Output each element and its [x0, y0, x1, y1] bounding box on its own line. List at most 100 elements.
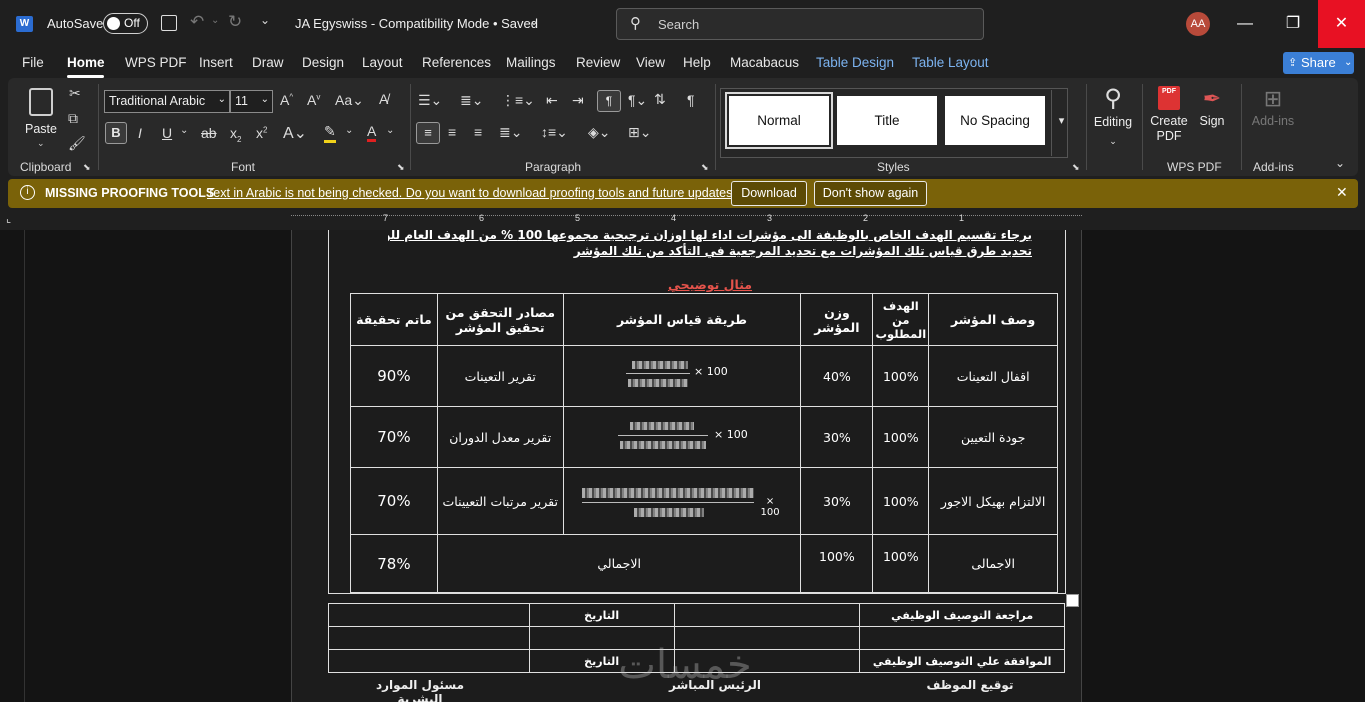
style-normal[interactable]: Normal: [725, 92, 833, 149]
tab-references[interactable]: References: [422, 55, 491, 70]
cut-icon[interactable]: ✂: [69, 85, 81, 102]
cell-achieved[interactable]: 70%: [350, 406, 438, 468]
bold-button[interactable]: B: [105, 122, 127, 144]
sign-button[interactable]: ✒ Sign: [1196, 86, 1228, 136]
cell-desc[interactable]: جودة التعيين: [928, 406, 1058, 468]
minimize-icon[interactable]: —: [1222, 0, 1268, 48]
cell-weight[interactable]: 30%: [800, 467, 874, 535]
cell-weight[interactable]: 30%: [800, 406, 874, 468]
paragraph-launcher-icon[interactable]: ⬊: [701, 162, 709, 173]
justify-icon[interactable]: ≣⌄: [499, 124, 522, 141]
line-spacing-icon[interactable]: ↕≡⌄: [541, 124, 568, 141]
tab-home[interactable]: Home: [67, 55, 105, 70]
editing-button[interactable]: ⚲ Editing ⌄: [1091, 84, 1135, 154]
cell-weight[interactable]: 40%: [800, 345, 874, 407]
cell-review-label[interactable]: مراجعة التوصيف الوظيفي: [859, 603, 1065, 627]
cell-desc[interactable]: الالتزام بهيكل الاجور: [928, 467, 1058, 535]
cell-empty[interactable]: [859, 626, 1065, 650]
cell-total-label[interactable]: الاجمالي: [436, 534, 802, 593]
undo-dropdown-icon[interactable]: ⌄: [211, 15, 219, 26]
table-resize-handle[interactable]: [1066, 594, 1079, 607]
cell-desc[interactable]: الاجمالى: [928, 534, 1058, 593]
close-icon[interactable]: ✕: [1318, 0, 1365, 48]
format-painter-icon[interactable]: 🖌: [68, 135, 86, 152]
restore-icon[interactable]: ❐: [1270, 0, 1316, 48]
cell-target[interactable]: 100%: [872, 345, 930, 407]
tab-review[interactable]: Review: [576, 55, 620, 70]
style-no-spacing[interactable]: No Spacing: [945, 96, 1045, 145]
cell-empty[interactable]: [328, 626, 530, 650]
avatar[interactable]: AA: [1186, 12, 1210, 36]
ltr-paragraph-icon[interactable]: ¶⌄: [628, 92, 647, 109]
clear-formatting-icon[interactable]: A̸: [379, 91, 388, 107]
multilevel-list-icon[interactable]: ⋮≡⌄: [501, 92, 535, 109]
cell-weight[interactable]: 100%: [800, 534, 874, 593]
cell-date-label[interactable]: التاريخ: [528, 603, 675, 627]
customize-qat-icon[interactable]: ⌄: [260, 13, 270, 27]
cell-formula[interactable]: × 100: [562, 467, 802, 535]
cell-formula[interactable]: × 100: [562, 345, 802, 407]
increase-indent-icon[interactable]: ⇥: [572, 92, 584, 109]
cell-target[interactable]: 100%: [872, 534, 930, 593]
change-case-icon[interactable]: Aa⌄: [335, 92, 364, 109]
cell-target[interactable]: 100%: [872, 406, 930, 468]
tab-wps-pdf[interactable]: WPS PDF: [125, 55, 187, 70]
sort-icon[interactable]: ⇅: [654, 91, 666, 108]
tab-table-design[interactable]: Table Design: [816, 55, 894, 70]
font-color-dropdown-icon[interactable]: ⌄: [386, 125, 394, 136]
tab-mailings[interactable]: Mailings: [506, 55, 556, 70]
grow-font-icon[interactable]: A^: [280, 92, 293, 108]
cell-achieved[interactable]: 90%: [350, 345, 438, 407]
numbering-icon[interactable]: ≣⌄: [460, 92, 483, 109]
tab-view[interactable]: View: [636, 55, 665, 70]
tab-draw[interactable]: Draw: [252, 55, 284, 70]
decrease-indent-icon[interactable]: ⇤: [546, 92, 558, 109]
save-icon[interactable]: [161, 15, 177, 31]
styles-more-button[interactable]: ▾: [1051, 90, 1071, 156]
font-size-select[interactable]: 11 ⌄: [230, 90, 273, 113]
styles-launcher-icon[interactable]: ⬊: [1072, 162, 1080, 173]
bullets-icon[interactable]: ☰⌄: [418, 92, 442, 109]
title-chevron-icon[interactable]: ⌄: [529, 14, 539, 28]
cell-desc[interactable]: اقفال التعينات: [928, 345, 1058, 407]
document-title[interactable]: JA Egyswiss - Compatibility Mode • Saved: [295, 16, 538, 31]
superscript-icon[interactable]: x2: [256, 125, 267, 141]
tab-selector-icon[interactable]: ⌞: [6, 212, 11, 225]
shrink-font-icon[interactable]: Av: [307, 92, 320, 108]
strikethrough-icon[interactable]: ab: [201, 125, 217, 141]
paste-button[interactable]: Paste ⌄: [22, 86, 60, 148]
cell-target[interactable]: 100%: [872, 467, 930, 535]
redo-icon[interactable]: ↻: [228, 12, 242, 32]
create-pdf-button[interactable]: PDF Create PDF: [1148, 86, 1190, 156]
italic-icon[interactable]: I: [138, 125, 142, 141]
underline-icon[interactable]: U: [162, 125, 172, 141]
highlight-icon[interactable]: ✎: [324, 123, 336, 143]
collapse-ribbon-icon[interactable]: ⌄: [1335, 156, 1345, 170]
search-box[interactable]: ⚲ Search: [616, 8, 984, 40]
cell-empty[interactable]: [328, 649, 530, 673]
tab-layout[interactable]: Layout: [362, 55, 403, 70]
cell-achieved[interactable]: 70%: [350, 467, 438, 535]
tab-insert[interactable]: Insert: [199, 55, 233, 70]
shading-icon[interactable]: ◈⌄: [588, 124, 611, 141]
font-color-icon[interactable]: A: [367, 123, 377, 142]
show-marks-icon[interactable]: ¶: [687, 92, 695, 108]
style-title[interactable]: Title: [837, 96, 937, 145]
message-link[interactable]: Text in Arabic is not being checked. Do …: [207, 186, 739, 200]
tab-table-layout[interactable]: Table Layout: [912, 55, 989, 70]
font-family-select[interactable]: Traditional Arabic ⌄: [104, 90, 230, 113]
clipboard-launcher-icon[interactable]: ⬊: [83, 162, 91, 173]
rtl-paragraph-button[interactable]: ¶: [597, 90, 621, 112]
download-button[interactable]: Download: [731, 181, 807, 206]
font-launcher-icon[interactable]: ⬊: [397, 162, 405, 173]
align-center-icon[interactable]: ≡: [448, 124, 456, 140]
add-ins-button[interactable]: ⊞ Add-ins: [1250, 86, 1296, 136]
cell-source[interactable]: تقرير معدل الدوران: [436, 406, 564, 468]
cell-formula[interactable]: × 100: [562, 406, 802, 468]
tab-design[interactable]: Design: [302, 55, 344, 70]
cell-source[interactable]: تقرير مرتبات التعيينات: [436, 467, 564, 535]
tab-file[interactable]: File: [22, 55, 44, 70]
align-right-button[interactable]: ≡: [416, 122, 440, 144]
borders-icon[interactable]: ⊞⌄: [628, 124, 651, 141]
share-button[interactable]: ⇪ Share ⌄: [1283, 52, 1354, 74]
